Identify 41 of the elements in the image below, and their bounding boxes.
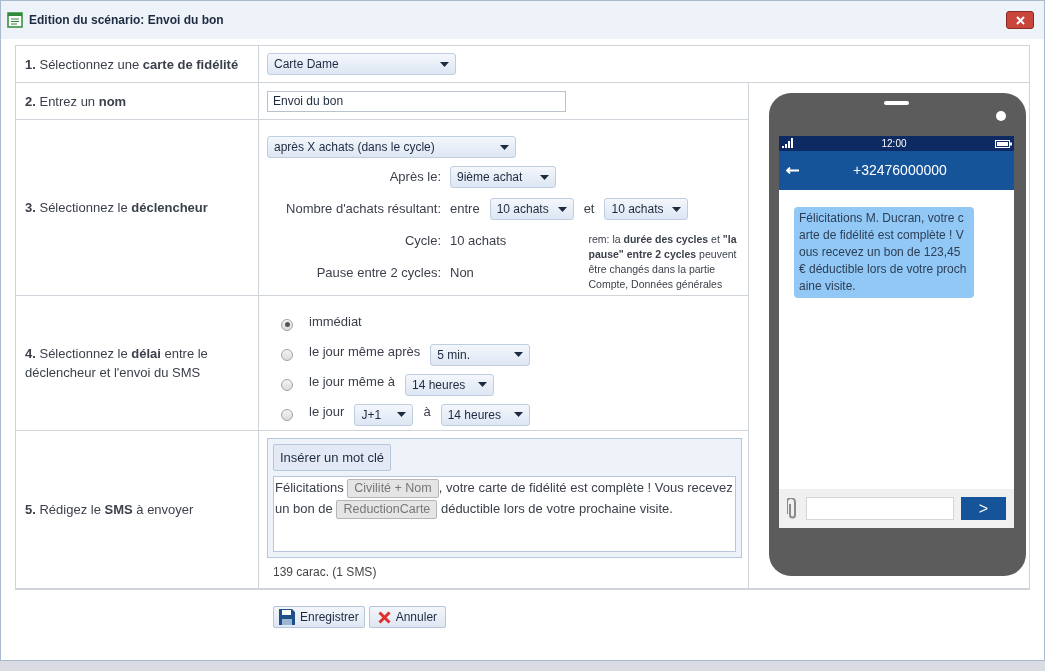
dropdown[interactable]: 10 achats [489, 198, 574, 220]
option-label: le jour même à [309, 372, 395, 391]
keyword-tag[interactable]: ReductionCarte [336, 500, 438, 519]
character-count: 139 carac. (1 SMS) [272, 564, 378, 581]
dropdown[interactable]: 9ième achat [450, 166, 556, 188]
option-label: le jour même après [309, 342, 421, 361]
dropdown[interactable]: après X achats (dans le cycle) [267, 136, 516, 158]
cancel-button[interactable]: Annuler [368, 606, 447, 628]
option-label: immédiat [309, 312, 362, 331]
dropdown[interactable]: 5 min. [430, 343, 531, 366]
note-text: rem: la durée des cycles et "la pause" entre 2 cycles peuvent être changés dans la partie Compte, Données générales [588, 232, 738, 292]
message-field[interactable]: Félicitations Civilité + Nom , votre carte de fidélité est complète ! Vous recevez un bon de ReductionCarte déductible lors de votre prochaine visite. [273, 476, 736, 552]
step-label: 3. Sélectionnez le déclencheur [25, 199, 208, 217]
keyword-tag[interactable]: Civilité + Nom [347, 479, 439, 498]
field-value: et [583, 200, 595, 219]
dropdown[interactable]: J+1 [354, 403, 414, 426]
option-label: à [423, 402, 431, 421]
field-value: Non [450, 264, 474, 283]
dropdown[interactable]: Carte Dame [267, 53, 456, 75]
field-label: Pause entre 2 cycles: [315, 264, 442, 283]
window-title: Edition du scénario: Envoi du bon [29, 12, 224, 29]
name-field[interactable]: Envoi du bon [267, 90, 566, 112]
dropdown[interactable]: 10 achats [604, 198, 689, 220]
send-button[interactable]: > [961, 497, 1006, 520]
field-label: Cycle: [403, 232, 442, 251]
step-label: 4. Sélectionnez le délai entre le déclencheur et l'envoi du SMS [25, 345, 209, 382]
save-button[interactable]: Enregistrer [273, 606, 365, 628]
message-bubble: Félicitations M. Ducran, votre carte de fidélité est complète ! Vous recevez un bon de 123,45 € déductible lors de votre prochaine visite. [794, 207, 974, 298]
dropdown[interactable]: 14 heures [405, 373, 494, 396]
field-label: Nombre d'achats résultant: [285, 200, 442, 219]
field-value: 10 achats [450, 232, 507, 251]
field-label: Après le: [388, 168, 442, 187]
insert-keyword-button[interactable]: Insérer un mot clé [273, 444, 392, 471]
step-label: 1. Sélectionnez une carte de fidélité [25, 55, 239, 74]
step-label: 5. Rédigez le SMS à envoyer [25, 501, 194, 519]
dropdown[interactable]: 14 heures [440, 403, 530, 426]
field-value: entre [450, 200, 480, 219]
status-time: 12:00 [881, 137, 907, 151]
option-label: le jour [309, 402, 345, 421]
contact-number: +32476000000 [853, 161, 947, 180]
step-label: 2. Entrez un nom [25, 92, 127, 111]
